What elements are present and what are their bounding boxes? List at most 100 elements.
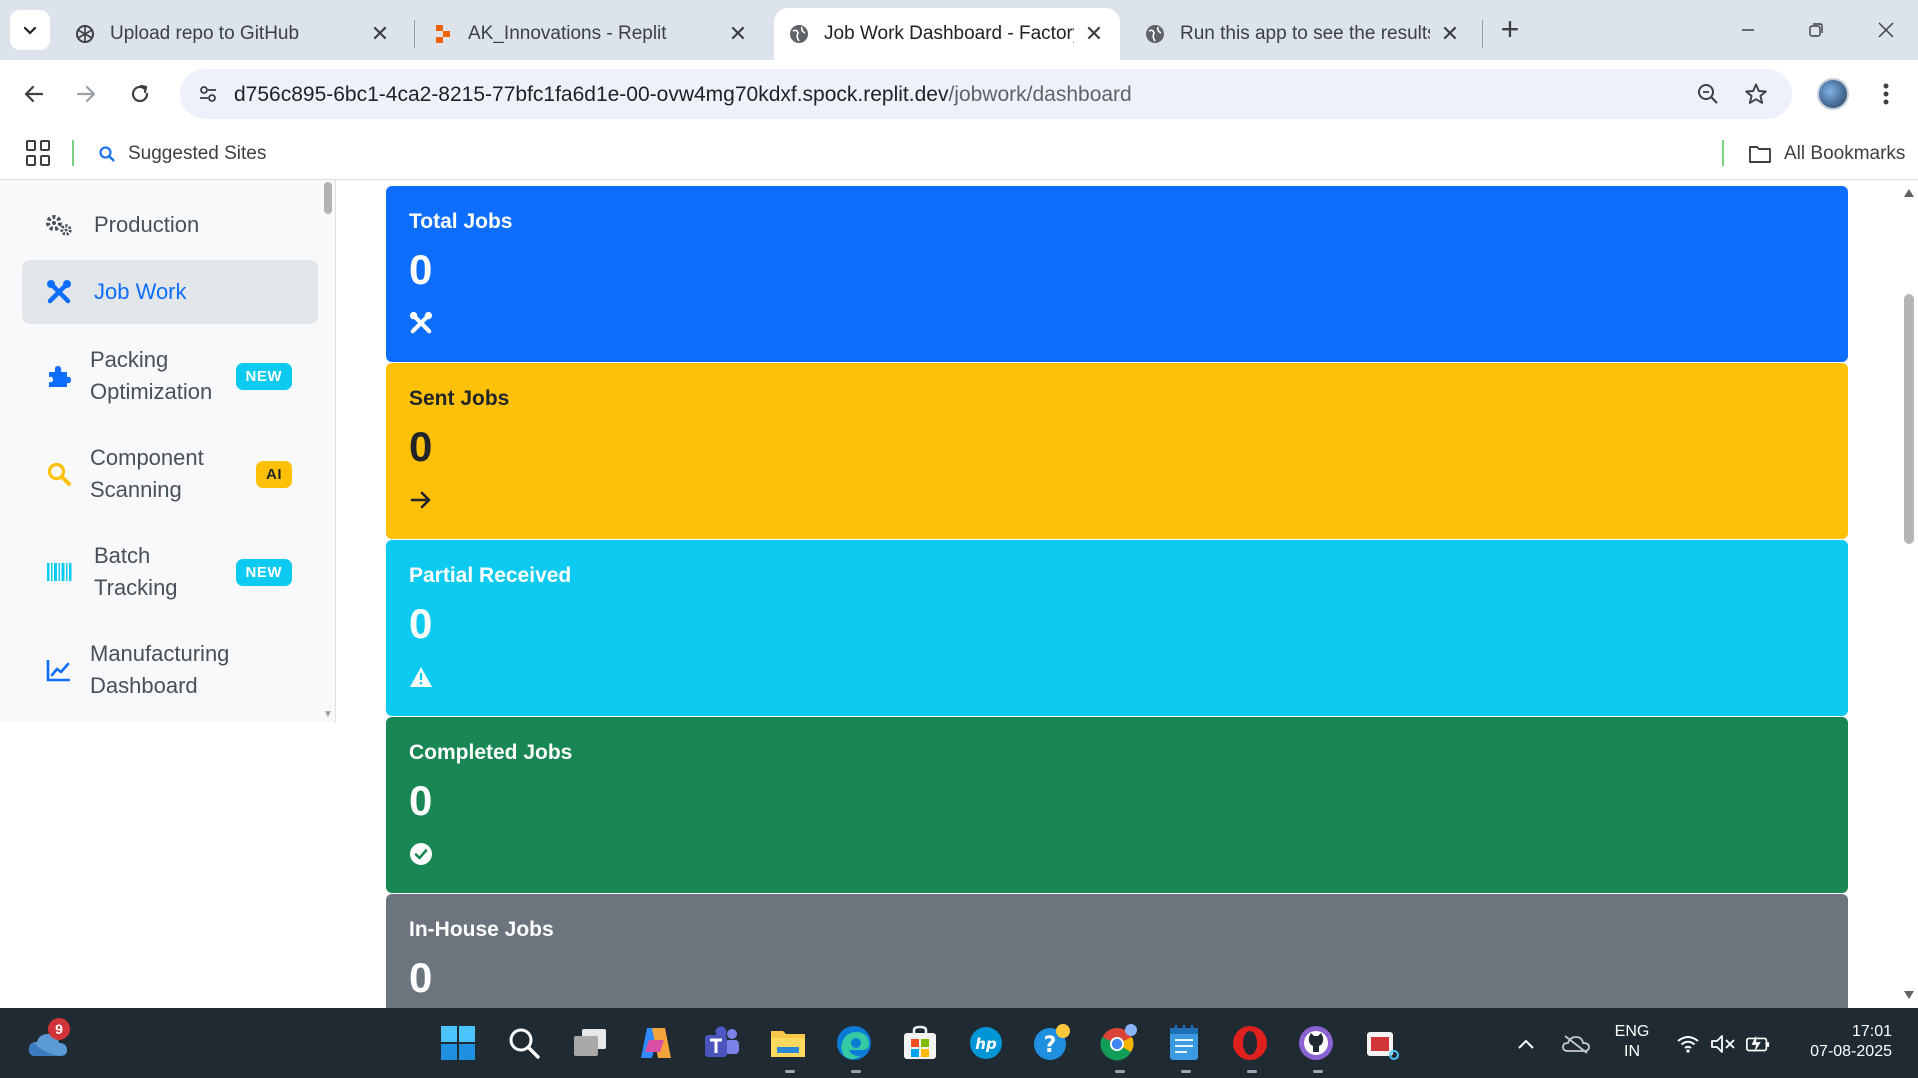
tab-replit[interactable]: AK_Innovations - Replit ✕ (418, 8, 764, 60)
bookmark-label: All Bookmarks (1784, 143, 1906, 164)
tab-search-button[interactable] (10, 10, 50, 50)
sidebar-item-job-work[interactable]: Job Work (22, 260, 318, 324)
svg-text:hp: hp (975, 1035, 997, 1053)
bookmark-star-button[interactable] (1740, 78, 1772, 110)
file-explorer-button[interactable] (767, 1022, 809, 1064)
tab-run-app[interactable]: Run this app to see the results I ✕ (1130, 8, 1476, 60)
restore-button[interactable] (1796, 10, 1836, 50)
task-view-icon (574, 1029, 606, 1056)
sidebar-scrollbar[interactable]: ▼ (323, 180, 333, 722)
volume-button[interactable] (1710, 1032, 1736, 1056)
close-window-button[interactable] (1866, 10, 1906, 50)
arrow-right-icon (408, 487, 434, 513)
start-button[interactable] (437, 1022, 479, 1064)
reload-icon (131, 84, 149, 103)
close-icon[interactable]: ✕ (368, 21, 392, 46)
address-bar[interactable]: d756c895-6bc1-4ca2-8215-77bfc1fa6d1e-00-… (180, 69, 1792, 119)
bookmark-suggested-sites[interactable]: Suggested Sites (98, 140, 266, 168)
show-hidden-icons-button[interactable] (1513, 1032, 1539, 1056)
browser-tab-strip: Upload repo to GitHub ✕ AK_Innovations -… (0, 0, 1918, 60)
clock[interactable]: 17:01 07-08-2025 (1792, 1022, 1892, 1062)
tab-title: AK_Innovations - Replit (468, 23, 667, 44)
windows-icon (441, 1026, 475, 1060)
card-partial-received: Partial Received 0 (386, 540, 1848, 716)
running-indicator (1181, 1070, 1191, 1073)
card-in-house-jobs: In-House Jobs 0 (386, 894, 1848, 1008)
apps-grid-icon[interactable] (26, 140, 52, 166)
onedrive-button[interactable] (1561, 1032, 1591, 1056)
page-scrollbar[interactable] (1900, 180, 1918, 1008)
card-value: 0 (409, 423, 433, 470)
language-indicator[interactable]: ENG IN (1610, 1022, 1654, 1062)
ai-badge: AI (256, 460, 292, 488)
close-icon[interactable]: ✕ (1082, 21, 1106, 46)
snipping-tool-icon (1367, 1032, 1399, 1060)
running-indicator (1247, 1070, 1257, 1073)
scroll-up-arrow[interactable] (1903, 188, 1915, 198)
copilot-button[interactable] (635, 1022, 677, 1064)
site-info-button[interactable] (192, 78, 224, 110)
taskbar-search-button[interactable] (503, 1022, 545, 1064)
running-indicator (1313, 1070, 1323, 1073)
globe-icon (1146, 25, 1164, 43)
arrow-left-icon (24, 85, 44, 103)
onedrive-offline-icon (1562, 1035, 1590, 1054)
teams-button[interactable] (701, 1022, 743, 1064)
card-value: 0 (409, 600, 433, 647)
url-path: /jobwork/dashboard (948, 83, 1132, 106)
card-sent-jobs: Sent Jobs 0 (386, 363, 1848, 539)
opera-button[interactable] (1229, 1022, 1271, 1064)
bookmarks-bar: Suggested Sites All Bookmarks (0, 128, 1918, 180)
card-title: Total Jobs (409, 210, 513, 233)
sidebar-item-label: Component Scanning (90, 445, 204, 502)
scroll-down-arrow[interactable] (1903, 990, 1915, 1000)
get-help-button[interactable]: ? (1031, 1022, 1073, 1064)
snipping-tool-button[interactable] (1361, 1022, 1403, 1064)
forward-button[interactable] (66, 74, 106, 114)
sidebar-item-manufacturing-dashboard[interactable]: Manufacturing Dashboard (22, 634, 318, 706)
card-total-jobs: Total Jobs 0 (386, 186, 1848, 362)
tab-job-work-dashboard[interactable]: Job Work Dashboard - Factory I ✕ (774, 8, 1120, 60)
chrome-button[interactable] (1097, 1022, 1139, 1064)
all-bookmarks-button[interactable]: All Bookmarks (1748, 140, 1905, 168)
sidebar-item-label: Manufacturing Dashboard (90, 641, 230, 698)
close-icon[interactable]: ✕ (1438, 21, 1462, 46)
battery-button[interactable] (1745, 1032, 1771, 1056)
tab-upload-repo[interactable]: Upload repo to GitHub ✕ (60, 8, 406, 60)
scroll-down-arrow[interactable]: ▼ (323, 709, 333, 720)
wifi-button[interactable] (1675, 1032, 1701, 1056)
reload-button[interactable] (120, 74, 160, 114)
github-desktop-button[interactable] (1295, 1022, 1337, 1064)
close-icon[interactable]: ✕ (726, 21, 750, 46)
bookmark-separator (1722, 140, 1724, 166)
card-title: Completed Jobs (409, 741, 573, 764)
card-value: 0 (409, 246, 433, 293)
zoom-button[interactable] (1692, 78, 1724, 110)
sidebar-item-production[interactable]: Production (22, 204, 318, 246)
notepad-button[interactable] (1163, 1022, 1205, 1064)
new-badge: NEW (235, 362, 292, 390)
edge-button[interactable] (833, 1022, 875, 1064)
minimize-button[interactable] (1728, 10, 1768, 50)
browser-menu-button[interactable] (1872, 74, 1900, 114)
bookmark-label: Suggested Sites (128, 143, 267, 164)
scrollbar-thumb[interactable] (324, 182, 332, 214)
sidebar-item-component-scanning[interactable]: Component Scanning AI (22, 438, 318, 510)
windows-taskbar: hp ? ENG IN 17:01 07-08-2025 (0, 1008, 1918, 1078)
new-tab-button[interactable]: + (1494, 13, 1526, 46)
task-view-button[interactable] (569, 1022, 611, 1064)
hp-button[interactable]: hp (965, 1022, 1007, 1064)
profile-avatar[interactable] (1817, 78, 1849, 110)
minimize-icon (1742, 29, 1754, 31)
github-icon (1299, 1026, 1333, 1060)
language-code: ENG (1614, 1023, 1650, 1040)
sidebar-item-packing-optimization[interactable]: Packing Optimization NEW (22, 340, 318, 412)
back-button[interactable] (14, 74, 54, 114)
url-text[interactable]: d756c895-6bc1-4ca2-8215-77bfc1fa6d1e-00-… (234, 83, 1132, 107)
teams-icon (705, 1026, 739, 1057)
scrollbar-thumb[interactable] (1904, 294, 1914, 544)
chevron-down-icon (23, 26, 37, 35)
microsoft-store-button[interactable] (899, 1022, 941, 1064)
tab-title: Run this app to see the results I (1180, 23, 1430, 44)
sidebar-item-batch-tracking[interactable]: Batch Tracking NEW (22, 536, 318, 608)
